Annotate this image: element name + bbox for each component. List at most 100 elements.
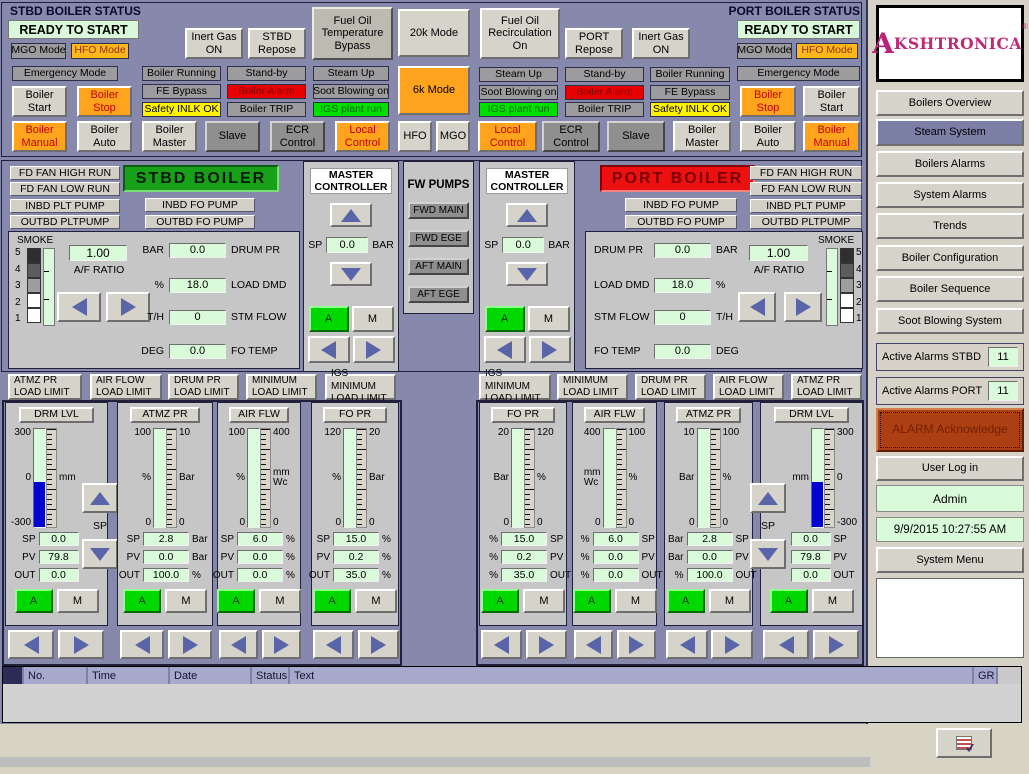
auto-button[interactable]: A [15,589,53,613]
user-login-button[interactable]: User Log in [876,456,1024,481]
port-drum-pr-load-limit-button[interactable]: DRUM PR LOAD LIMIT [635,374,706,400]
stbd-boiler-master-button[interactable]: Boiler Master [142,121,197,152]
stbd-slave-button[interactable]: Slave [205,121,260,152]
alarm-col-text[interactable]: Text [290,667,974,684]
gauge-atmz-stbd-left-button[interactable] [120,630,164,659]
stbd-fuel-oil-temp-bypass-button[interactable]: Fuel Oil Temperature Bypass [312,7,393,60]
manual-button[interactable]: M [355,589,397,613]
stbd-minimum-load-limit-button[interactable]: MINIMUM LOAD LIMIT [246,374,317,400]
stbd-atmz-pr-load-limit-button[interactable]: ATMZ PR LOAD LIMIT [8,374,82,400]
system-menu-button[interactable]: System Menu [876,547,1024,573]
gauge-atmz-port-right-button[interactable] [711,630,753,659]
stbd-master-manual-button[interactable]: M [352,306,394,332]
auto-button[interactable]: A [770,589,808,613]
taskbar-keyboard-button[interactable] [936,728,992,758]
stbd-master-auto-button[interactable]: A [309,306,349,332]
alarm-col-gr[interactable]: GR [974,667,998,684]
gauge-drm-port-right-button[interactable] [813,630,859,659]
manual-button[interactable]: M [709,589,751,613]
sidebar-item-boilers-alarms[interactable]: Boilers Alarms [876,151,1024,177]
gauge-fo-stbd-left-button[interactable] [313,630,354,659]
manual-button[interactable]: M [615,589,657,613]
sidebar-item-boilers-overview[interactable]: Boilers Overview [876,90,1024,116]
manual-button[interactable]: M [57,589,99,613]
port-master-right-button[interactable] [529,336,571,363]
sp-up-button[interactable] [750,483,786,513]
stbd-master-sp-down-button[interactable] [330,262,372,286]
mode-6k-button[interactable]: 6k Mode [398,66,470,115]
port-air-flow-load-limit-button[interactable]: AIR FLOW LOAD LIMIT [713,374,784,400]
port-boiler-manual-button[interactable]: Boiler Manual [803,121,860,152]
port-minimum-load-limit-button[interactable]: MINIMUM LOAD LIMIT [557,374,628,400]
auto-button[interactable]: A [481,589,519,613]
sp-value[interactable]: 0.0 [791,532,831,546]
sp-value[interactable]: 2.8 [687,532,733,546]
stbd-master-right-button[interactable] [353,336,395,363]
port-boiler-stop-button[interactable]: Boiler Stop [740,86,796,117]
stbd-boiler-start-button[interactable]: Boiler Start [12,86,67,117]
port-master-left-button[interactable] [484,336,526,363]
sidebar-item-boiler-sequence[interactable]: Boiler Sequence [876,276,1024,302]
stbd-local-control-button[interactable]: Local Control [335,121,390,152]
manual-button[interactable]: M [259,589,301,613]
aft-main-pump-button[interactable]: AFT MAIN [408,258,469,275]
sp-value[interactable]: 6.0 [593,532,639,546]
gauge-atmz-port-left-button[interactable] [666,630,708,659]
stbd-af-decrease-button[interactable] [57,292,101,322]
port-master-auto-button[interactable]: A [485,306,525,332]
alarm-col-no[interactable]: No. [24,667,88,684]
port-master-sp-up-button[interactable] [506,203,548,227]
manual-button[interactable]: M [523,589,565,613]
stbd-af-ratio-value[interactable]: 1.00 [69,245,127,261]
gauge-air-stbd-left-button[interactable] [219,630,258,659]
sidebar-item-steam-system[interactable]: Steam System [876,119,1024,146]
sidebar-item-trends[interactable]: Trends [876,213,1024,239]
port-local-control-button[interactable]: Local Control [478,121,537,152]
gauge-fo-port-left-button[interactable] [481,630,522,659]
manual-button[interactable]: M [165,589,207,613]
stbd-air-flow-load-limit-button[interactable]: AIR FLOW LOAD LIMIT [90,374,162,400]
port-inert-gas-on-button[interactable]: Inert Gas ON [632,28,690,59]
sp-up-button[interactable] [82,483,118,513]
gauge-fo-stbd-right-button[interactable] [358,630,399,659]
fuel-oil-recirculation-button[interactable]: Fuel Oil Recirculation On [480,8,560,59]
sp-down-button[interactable] [82,539,118,569]
port-repose-button[interactable]: PORT Repose [565,28,623,59]
stbd-master-sp-value[interactable]: 0.0 [326,237,368,253]
port-master-manual-button[interactable]: M [528,306,570,332]
stbd-boiler-auto-button[interactable]: Boiler Auto [77,121,132,152]
gauge-drm-port-left-button[interactable] [763,630,809,659]
port-master-sp-down-button[interactable] [506,262,548,286]
stbd-master-left-button[interactable] [308,336,350,363]
sidebar-item-system-alarms[interactable]: System Alarms [876,182,1024,208]
stbd-drum-pr-load-limit-button[interactable]: DRUM PR LOAD LIMIT [168,374,239,400]
port-af-increase-button[interactable] [784,292,822,322]
port-slave-button[interactable]: Slave [607,121,665,152]
gauge-drm-stbd-right-button[interactable] [58,630,104,659]
fwd-ege-pump-button[interactable]: FWD EGE [408,230,469,247]
sp-down-button[interactable] [750,539,786,569]
stbd-master-sp-up-button[interactable] [330,203,372,227]
alarm-col-date[interactable]: Date [170,667,252,684]
stbd-ecr-control-button[interactable]: ECR Control [270,121,325,152]
port-af-decrease-button[interactable] [738,292,776,322]
port-boiler-master-button[interactable]: Boiler Master [673,121,731,152]
fwd-main-pump-button[interactable]: FWD MAIN [408,202,469,219]
alarm-col-status[interactable]: Status [252,667,290,684]
sidebar-item-soot-blowing-system[interactable]: Soot Blowing System [876,308,1024,334]
gauge-air-port-right-button[interactable] [617,630,656,659]
port-ecr-control-button[interactable]: ECR Control [542,121,600,152]
gauge-drm-stbd-left-button[interactable] [8,630,54,659]
auto-button[interactable]: A [123,589,161,613]
mode-20k-button[interactable]: 20k Mode [398,9,470,57]
gauge-fo-port-right-button[interactable] [526,630,567,659]
stbd-boiler-manual-button[interactable]: Boiler Manual [12,121,67,152]
hfo-button[interactable]: HFO [398,121,432,152]
sp-value[interactable]: 15.0 [501,532,547,546]
sidebar-item-boiler-configuration[interactable]: Boiler Configuration [876,245,1024,271]
sp-value[interactable]: 6.0 [237,532,283,546]
gauge-air-stbd-right-button[interactable] [262,630,301,659]
stbd-igs-minimum-load-limit-button[interactable]: IGS MINIMUM LOAD LIMIT [325,374,396,400]
port-boiler-start-button[interactable]: Boiler Start [803,86,860,117]
mgo-button[interactable]: MGO [436,121,470,152]
